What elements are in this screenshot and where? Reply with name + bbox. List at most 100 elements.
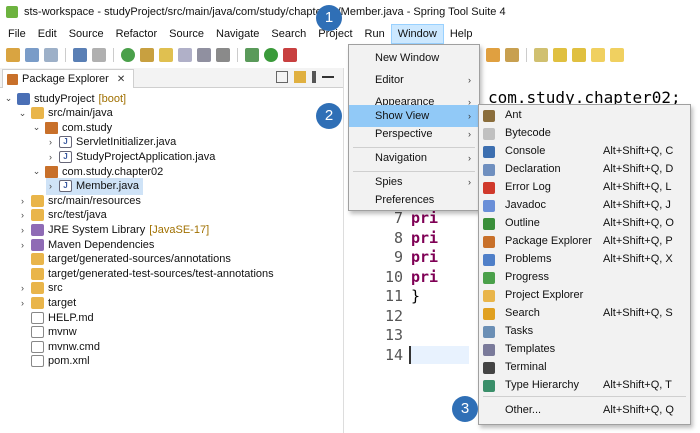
folder-icon	[31, 209, 44, 222]
show-view-bytecode[interactable]: Bytecode	[479, 125, 690, 143]
line-number: 7	[393, 209, 403, 227]
show-view-package-explorer[interactable]: Package Explorer Alt+Shift+Q, P	[479, 233, 690, 251]
spring-tool-suite-icon	[6, 6, 18, 18]
show-view-tasks[interactable]: Tasks	[479, 323, 690, 341]
external-tools-icon[interactable]	[283, 48, 297, 62]
folder-icon	[31, 296, 44, 309]
tool-icon[interactable]	[92, 48, 106, 62]
block-selection-icon[interactable]	[197, 48, 211, 62]
show-view-other[interactable]: Other... Alt+Shift+Q, Q	[479, 402, 690, 420]
menu-navigation[interactable]: Navigation ›	[349, 147, 479, 169]
new-icon[interactable]	[6, 48, 20, 62]
open-type-icon[interactable]	[140, 48, 154, 62]
save-icon[interactable]	[25, 48, 39, 62]
chevron-right-icon[interactable]: ›	[18, 283, 27, 293]
show-view-error-log[interactable]: Error Log Alt+Shift+Q, L	[479, 179, 690, 197]
close-icon[interactable]: ✕	[117, 74, 125, 85]
code-line: pri	[411, 248, 439, 266]
line-number: 11	[384, 287, 403, 305]
menu-navigate[interactable]: Navigate	[210, 24, 265, 44]
show-view-ant[interactable]: Ant	[479, 107, 690, 125]
toggle-icon[interactable]	[178, 48, 192, 62]
package-icon	[45, 165, 58, 178]
chevron-right-icon[interactable]: ›	[46, 152, 55, 162]
tree-item-label: src/main/java	[48, 107, 113, 120]
chevron-right-icon[interactable]: ›	[46, 181, 55, 191]
menu-search[interactable]: Search	[265, 24, 312, 44]
view-actions	[276, 71, 334, 83]
show-view-problems[interactable]: Problems Alt+Shift+Q, X	[479, 251, 690, 269]
annotation-icon[interactable]	[505, 48, 519, 62]
show-view-terminal[interactable]: Terminal	[479, 359, 690, 377]
menu-edit[interactable]: Edit	[32, 24, 63, 44]
collapse-all-icon[interactable]	[276, 71, 288, 83]
chevron-right-icon[interactable]: ›	[46, 137, 55, 147]
toolbar-separator	[526, 48, 527, 62]
mark-occurrences-icon[interactable]	[159, 48, 173, 62]
shortcut-label: Alt+Shift+Q, J	[603, 199, 671, 211]
menu-show-view-label: Show View	[375, 110, 430, 122]
show-view-label: Progress	[505, 271, 550, 283]
tree-item-label: Maven Dependencies	[48, 238, 155, 251]
run-icon[interactable]	[264, 48, 278, 62]
chevron-right-icon: ›	[468, 129, 471, 139]
next-annotation-icon[interactable]	[534, 48, 548, 62]
show-view-search[interactable]: Search Alt+Shift+Q, S	[479, 305, 690, 323]
package-explorer-tab[interactable]: Package Explorer ✕	[2, 69, 135, 88]
open-folder-icon[interactable]	[486, 48, 500, 62]
forward-icon[interactable]	[610, 48, 624, 62]
menu-new-window[interactable]: New Window	[349, 47, 479, 69]
chevron-right-icon[interactable]: ›	[18, 240, 27, 250]
chevron-down-icon[interactable]: ⌄	[32, 166, 41, 177]
toolbar-separator	[237, 48, 238, 62]
chevron-right-icon[interactable]: ›	[18, 298, 27, 308]
link-with-editor-icon[interactable]	[294, 71, 306, 83]
tree-item-label: src/main/resources	[48, 194, 141, 207]
prev-edit-icon[interactable]	[553, 48, 567, 62]
tree-item[interactable]: pom.xml	[18, 353, 94, 370]
minimize-icon[interactable]	[322, 76, 334, 78]
menu-file[interactable]: File	[2, 24, 32, 44]
chevron-right-icon[interactable]: ›	[18, 210, 27, 220]
menu-perspective[interactable]: Perspective ›	[349, 123, 479, 145]
terminal-icon[interactable]	[73, 48, 87, 62]
tasks-icon	[483, 326, 495, 338]
show-view-console[interactable]: Console Alt+Shift+Q, C	[479, 143, 690, 161]
boot-dashboard-icon[interactable]	[121, 48, 135, 62]
console-icon	[483, 146, 495, 158]
chevron-right-icon[interactable]: ›	[18, 225, 27, 235]
file-icon	[31, 326, 44, 339]
tree-item-label: JRE System Library	[48, 223, 146, 236]
menu-preferences[interactable]: Preferences	[349, 189, 479, 211]
chevron-down-icon[interactable]: ⌄	[32, 122, 41, 133]
show-view-declaration[interactable]: Declaration Alt+Shift+Q, D	[479, 161, 690, 179]
menu-run[interactable]: Run	[359, 24, 391, 44]
menu-refactor[interactable]: Refactor	[110, 24, 164, 44]
menu-help[interactable]: Help	[444, 24, 479, 44]
menu-source[interactable]: Source	[63, 24, 110, 44]
chevron-down-icon[interactable]: ⌄	[18, 108, 27, 119]
whitespace-icon[interactable]	[216, 48, 230, 62]
debug-icon[interactable]	[245, 48, 259, 62]
tree-item-label: target/generated-test-sources/test-annot…	[48, 267, 274, 280]
chevron-right-icon[interactable]: ›	[18, 196, 27, 206]
show-view-type-hierarchy[interactable]: Type Hierarchy Alt+Shift+Q, T	[479, 377, 690, 395]
shortcut-label: Alt+Shift+Q, X	[603, 253, 673, 265]
folder-icon	[31, 194, 44, 207]
menu-window[interactable]: Window	[390, 24, 444, 44]
menu-editor[interactable]: Editor ›	[349, 69, 479, 91]
show-view-javadoc[interactable]: Javadoc Alt+Shift+Q, J	[479, 197, 690, 215]
view-menu-icon[interactable]	[312, 71, 316, 83]
tree-item-label: ServletInitializer.java	[76, 136, 177, 149]
menu-source-2[interactable]: Source	[163, 24, 210, 44]
show-view-progress[interactable]: Progress	[479, 269, 690, 287]
show-view-outline[interactable]: Outline Alt+Shift+Q, O	[479, 215, 690, 233]
menu-separator	[483, 396, 686, 397]
tree-item-label: mvnw.cmd	[48, 340, 100, 353]
chevron-down-icon[interactable]: ⌄	[4, 93, 13, 104]
save-all-icon[interactable]	[44, 48, 58, 62]
show-view-templates[interactable]: Templates	[479, 341, 690, 359]
next-edit-icon[interactable]	[572, 48, 586, 62]
back-icon[interactable]	[591, 48, 605, 62]
show-view-project-explorer[interactable]: Project Explorer	[479, 287, 690, 305]
